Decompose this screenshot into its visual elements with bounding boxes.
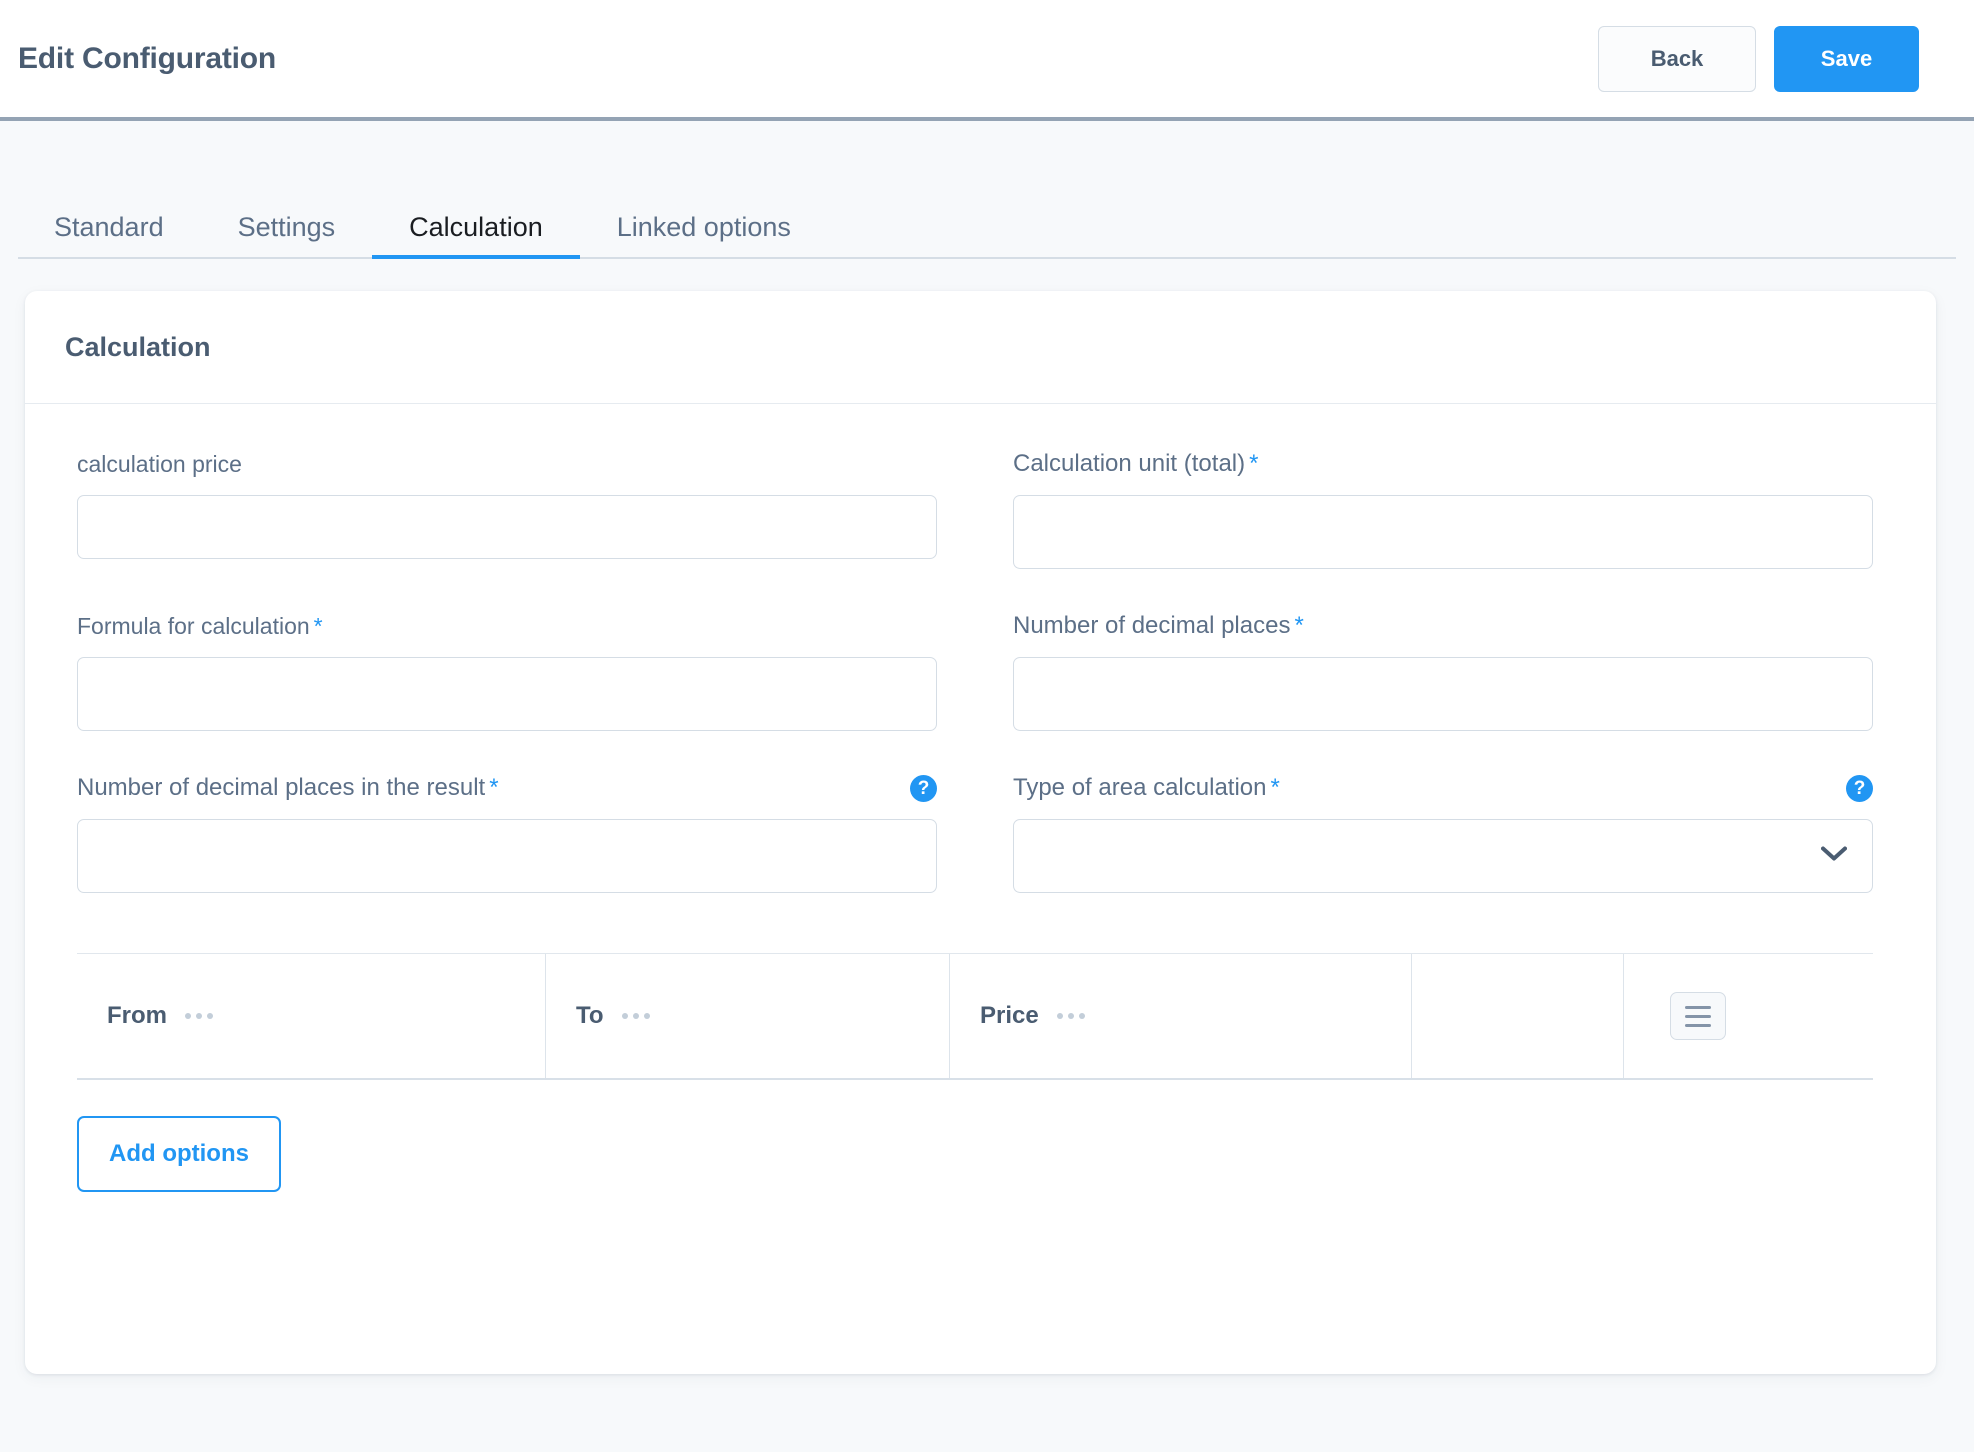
field-decimal-places-in-result: Number of decimal places in the result * … [77, 771, 937, 893]
column-menu-icon[interactable] [1056, 1013, 1085, 1019]
tab-linked-options[interactable]: Linked options [580, 214, 828, 257]
tab-list: Standard Settings Calculation Linked opt… [18, 189, 1956, 259]
label-line: Type of area calculation * ? [1013, 771, 1873, 805]
column-header-spacer [1411, 954, 1623, 1078]
calculation-unit-total-input[interactable] [1013, 495, 1873, 569]
options-table: From To Price [77, 953, 1873, 1080]
field-calculation-price: calculation price [77, 447, 937, 569]
field-type-of-area-calculation: Type of area calculation * ? [1013, 771, 1873, 893]
tab-standard[interactable]: Standard [18, 214, 201, 257]
field-calculation-unit-total: Calculation unit (total) * [1013, 447, 1873, 569]
form-row-1: calculation price Calculation unit (tota… [77, 447, 1881, 569]
type-of-area-calculation-label: Type of area calculation * [1013, 776, 1280, 800]
app-header: Edit Configuration Back Save [0, 0, 1974, 121]
calculation-card: Calculation calculation price Calculatio… [25, 291, 1936, 1374]
type-of-area-calculation-select-wrap [1013, 819, 1873, 893]
back-button[interactable]: Back [1598, 25, 1756, 92]
label-text: calculation price [77, 450, 242, 477]
column-header-from[interactable]: From [77, 954, 545, 1078]
save-button[interactable]: Save [1774, 25, 1919, 92]
calculation-price-label: calculation price [77, 450, 246, 477]
card-body: calculation price Calculation unit (tota… [25, 404, 1936, 1192]
label-line: Number of decimal places in the result * … [77, 771, 937, 805]
label-text: Type of area calculation [1013, 774, 1267, 801]
label-line: Formula for calculation * [77, 609, 937, 643]
form-row-3: Number of decimal places in the result * … [77, 771, 1881, 893]
add-options-container: Add options [77, 1116, 1881, 1192]
number-of-decimal-places-label: Number of decimal places * [1013, 614, 1304, 638]
required-marker: * [489, 774, 499, 801]
label-line: Calculation unit (total) * [1013, 447, 1873, 481]
column-header-price[interactable]: Price [949, 954, 1411, 1078]
number-of-decimal-places-input[interactable] [1013, 657, 1873, 731]
required-marker: * [313, 612, 323, 639]
label-text: Calculation unit (total) [1013, 450, 1246, 477]
form-row-2: Formula for calculation * Number of decim… [77, 609, 1881, 731]
required-marker: * [1249, 450, 1259, 477]
type-of-area-calculation-select[interactable] [1013, 819, 1873, 893]
calculation-unit-total-label: Calculation unit (total) * [1013, 452, 1258, 476]
formula-for-calculation-label: Formula for calculation * [77, 612, 323, 639]
page-title: Edit Configuration [18, 41, 277, 75]
help-icon[interactable]: ? [910, 774, 937, 802]
hamburger-icon[interactable] [1670, 992, 1726, 1040]
calculation-price-input[interactable] [77, 495, 937, 559]
card-title: Calculation [65, 331, 211, 362]
column-header-label: From [107, 1002, 167, 1029]
decimal-places-in-result-label: Number of decimal places in the result * [77, 776, 499, 800]
column-header-to[interactable]: To [545, 954, 949, 1078]
card-header: Calculation [25, 291, 1936, 404]
label-text: Number of decimal places [1013, 612, 1291, 639]
tabs-container: Standard Settings Calculation Linked opt… [0, 189, 1974, 259]
column-menu-icon[interactable] [621, 1013, 650, 1019]
header-actions: Back Save [1598, 25, 1919, 92]
field-number-of-decimal-places: Number of decimal places * [1013, 609, 1873, 731]
label-line: Number of decimal places * [1013, 609, 1873, 643]
required-marker: * [1294, 612, 1304, 639]
field-formula-for-calculation: Formula for calculation * [77, 609, 937, 731]
label-text: Formula for calculation [77, 612, 310, 639]
column-header-label: Price [980, 1002, 1039, 1029]
column-menu-icon[interactable] [185, 1013, 213, 1019]
column-header-actions [1623, 954, 1873, 1078]
column-header-label: To [576, 1002, 604, 1029]
label-line: calculation price [77, 447, 937, 481]
tab-calculation[interactable]: Calculation [372, 214, 580, 259]
help-icon[interactable]: ? [1846, 774, 1873, 802]
formula-for-calculation-input[interactable] [77, 657, 937, 731]
required-marker: * [1270, 774, 1280, 801]
tab-settings[interactable]: Settings [201, 214, 373, 257]
label-text: Number of decimal places in the result [77, 774, 486, 801]
add-options-button[interactable]: Add options [77, 1116, 281, 1192]
decimal-places-in-result-input[interactable] [77, 819, 937, 893]
